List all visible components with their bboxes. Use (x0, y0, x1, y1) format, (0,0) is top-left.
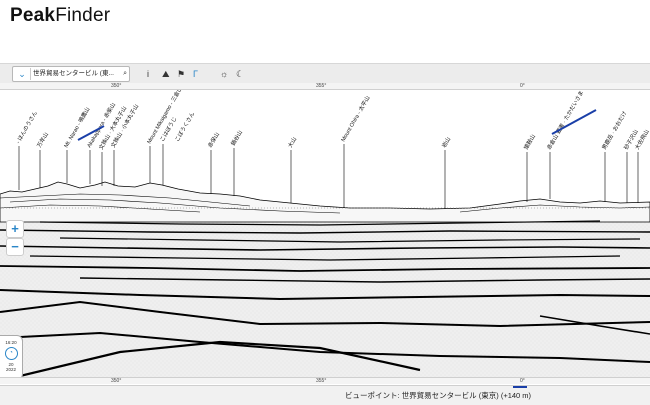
peak-label: こぼうくさん (174, 110, 197, 143)
view-direction-marker (513, 386, 527, 388)
sun-icon[interactable]: ☼ (220, 67, 228, 81)
location-search-input[interactable]: ⌄ 世界貿易センタービル (東... ⌕ (12, 66, 130, 82)
peak-labels: - ほんのうさん 万年山 Mt. Narao - 鳴鷹山 Aka­kappara… (15, 85, 650, 151)
chevron-down-icon[interactable]: ⌄ (14, 68, 31, 80)
compass-icon[interactable]: Γ (193, 67, 198, 81)
tick-label: 0° (520, 378, 525, 384)
viewpoint-text: ビューポイント: 世界貿易センタービル (東京) (+140 m) (345, 391, 532, 400)
moon-icon[interactable]: ☾ (236, 67, 244, 81)
hiker-icon[interactable]: ⚑ (177, 67, 185, 81)
peak-label: 赤倉山 要害 · たかだいさま (545, 90, 585, 151)
zoom-out-button[interactable]: − (6, 238, 24, 256)
panorama-view[interactable]: - ほんのうさん 万年山 Mt. Narao - 鳴鷹山 Aka­kappara… (0, 85, 650, 378)
year-label: 2022 (5, 367, 16, 372)
compass-ruler-top: 350° 355° 0° (0, 83, 650, 90)
compass-ruler-bottom: 350° 355° 0° (0, 377, 650, 384)
tick-label: 350° (111, 378, 122, 384)
peak-label: Mount Ohira - 太平山 (339, 94, 372, 143)
search-icon[interactable]: ⌕ (123, 68, 127, 80)
peak-label: 大山 (286, 135, 298, 149)
peak-label: Mt. Narao - 鳴鷹山 (62, 106, 92, 149)
highlight-bar (551, 109, 597, 135)
info-icon[interactable]: i (147, 67, 149, 81)
peak-label: 猿鞍山 (522, 133, 537, 151)
peak-label: 鍋谷山 (229, 129, 244, 147)
tick-label: 0° (520, 83, 525, 89)
peak-label: 万年山 (35, 131, 50, 149)
tick-label: 350° (111, 83, 122, 89)
peak-label: - ほんのうさん (15, 110, 39, 145)
toolbar: ⌄ 世界貿易センタービル (東... ⌕ i ⛰ ⚑ Γ ☼ ☾ (0, 63, 650, 85)
location-text: 世界貿易センタービル (東... (33, 70, 114, 77)
distant-ridge (0, 181, 650, 223)
app-header: PeakFinder (0, 0, 650, 62)
peak-label: 赤保山 (206, 131, 221, 149)
peakfinder-logo[interactable]: PeakFinder (10, 5, 110, 27)
binoculars-icon[interactable]: ⛰ (162, 67, 170, 81)
zoom-in-button[interactable]: + (6, 220, 24, 238)
tick-label: 355° (316, 378, 327, 384)
panorama-drawing[interactable]: - ほんのうさん 万年山 Mt. Narao - 鳴鷹山 Aka­kappara… (0, 85, 650, 378)
time-label: 16:20 (5, 340, 17, 345)
time-control[interactable]: 16:20 ◔ 20 2022 (0, 335, 23, 380)
peak-label: 岩山 (440, 135, 452, 149)
clock-icon[interactable]: ◔ (4, 347, 18, 360)
tick-label: 355° (316, 83, 327, 89)
status-bar: ビューポイント: 世界貿易センタービル (東京) (+140 m) (0, 385, 650, 405)
